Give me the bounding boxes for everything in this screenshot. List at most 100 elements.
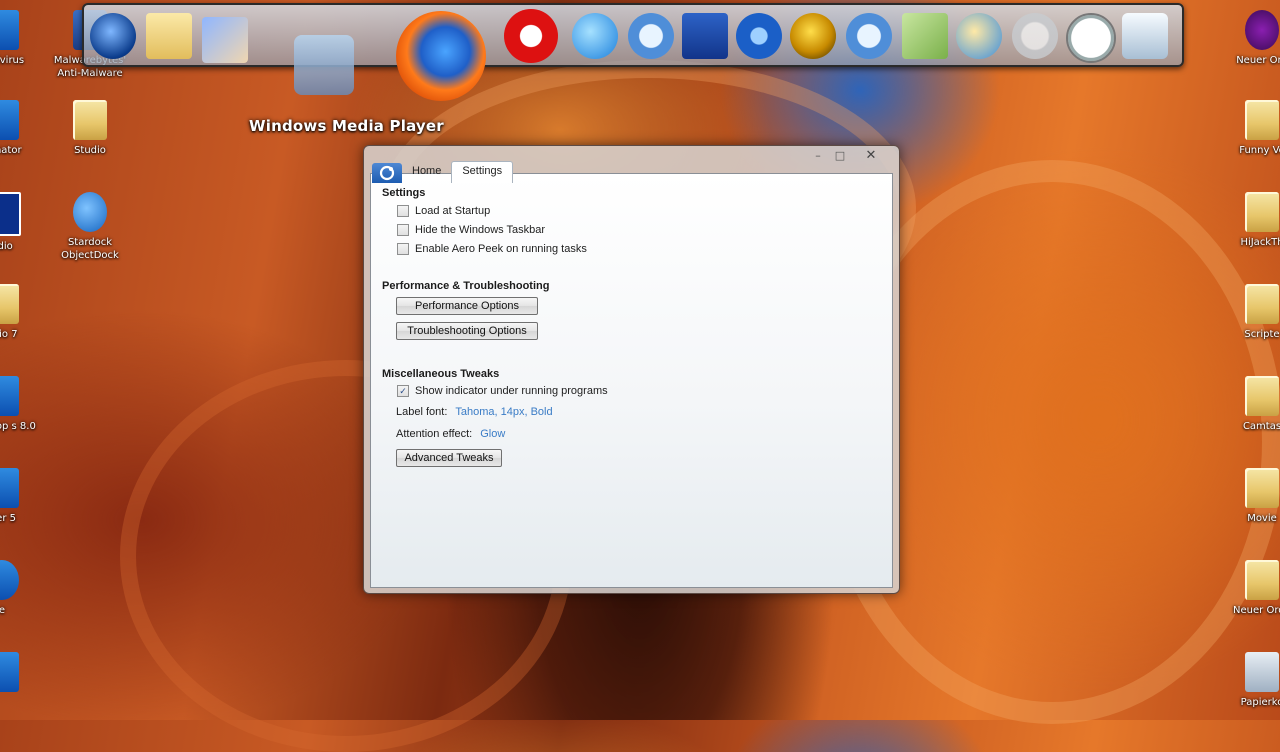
folder-icon: [1245, 560, 1279, 600]
maximize-button[interactable]: □: [829, 149, 851, 163]
app-icon: [0, 468, 19, 508]
load-at-startup-checkbox[interactable]: Load at Startup: [397, 205, 490, 217]
desktop-icon-label: Movie: [1247, 513, 1277, 524]
checkbox-box: [397, 205, 409, 217]
recycle-bin-icon: [1245, 652, 1279, 692]
avatar-icon: [1245, 10, 1279, 50]
firefox-icon[interactable]: [396, 11, 486, 101]
gear-icon[interactable]: [736, 13, 782, 59]
objectdock-icon: [73, 192, 107, 232]
attention-effect-link[interactable]: Glow: [480, 428, 505, 440]
minimize-button[interactable]: –: [807, 149, 829, 163]
desktop-icon-partial[interactable]: [0, 652, 42, 696]
photoshop-icon: [0, 376, 19, 416]
desktop-icon-label: Neuer Ordn: [1233, 605, 1280, 616]
desktop-icon-audio[interactable]: udio: [0, 192, 42, 253]
objectdock-app-icon[interactable]: [572, 13, 618, 59]
fl-studio-icon[interactable]: [790, 13, 836, 59]
aero-peek-checkbox[interactable]: Enable Aero Peek on running tasks: [397, 243, 587, 255]
blank-icon[interactable]: [1012, 13, 1058, 59]
windows-start-icon[interactable]: [90, 13, 136, 59]
close-button[interactable]: ✕: [851, 149, 891, 163]
desktop-icon-label: otoshop s 8.0: [0, 421, 36, 432]
user-app-icon[interactable]: [202, 17, 248, 63]
folder-icon: [0, 284, 19, 324]
folder-icon: [1245, 468, 1279, 508]
tab-settings[interactable]: Settings: [451, 161, 514, 183]
clock-icon[interactable]: [1066, 13, 1116, 63]
folder-icon[interactable]: [146, 13, 192, 59]
objectdock-icon: [379, 165, 395, 181]
desktop-icon-scripte[interactable]: Scripte: [1222, 284, 1280, 341]
desktop-icon-photoshop[interactable]: otoshop s 8.0: [0, 376, 42, 433]
desktop-icon-neuer-ordner-2[interactable]: Neuer Ordn: [1222, 560, 1280, 617]
label-font-link[interactable]: Tahoma, 14px, Bold: [455, 406, 552, 418]
app-icon: [0, 192, 21, 236]
performance-heading: Performance & Troubleshooting: [382, 280, 550, 292]
desktop-icon-hijackthis[interactable]: HiJackTh: [1222, 192, 1280, 249]
objectdock-app-2-icon[interactable]: [956, 13, 1002, 59]
settings-panel: Home Settings Settings Load at Startup H…: [370, 161, 893, 588]
app-icon: [0, 100, 19, 140]
checkmark-icon: ✓: [397, 385, 409, 397]
misc-tweaks-heading: Miscellaneous Tweaks: [382, 368, 500, 380]
opera-icon[interactable]: [504, 9, 558, 63]
desktop-icon-label: Camtas: [1242, 421, 1280, 432]
notes-icon[interactable]: [902, 13, 948, 59]
desktop-icon-neuer-ordner[interactable]: Neuer Ord: [1222, 10, 1280, 67]
checkbox-box: [397, 224, 409, 236]
desktop-icon-label: Papierko: [1240, 697, 1280, 708]
checkbox-label: Enable Aero Peek on running tasks: [415, 243, 587, 255]
folder-icon: [1245, 284, 1279, 324]
desktop-icon-power5[interactable]: wer 5: [0, 468, 42, 525]
app-icon: [0, 560, 19, 600]
window-controls: – □ ✕: [807, 149, 891, 163]
desktop-icon-camtasia[interactable]: Camtas: [1222, 376, 1280, 433]
desktop-icon-objectdock[interactable]: Stardock ObjectDock: [50, 192, 130, 262]
settings-heading: Settings: [382, 187, 426, 199]
safari-icon[interactable]: [628, 13, 674, 59]
folder-icon: [1245, 192, 1279, 232]
label-font-row: Label font: Tahoma, 14px, Bold: [396, 406, 553, 418]
attention-effect-key: Attention effect:: [396, 428, 473, 440]
checkbox-label: Show indicator under running programs: [415, 385, 608, 397]
tab-home[interactable]: Home: [402, 162, 451, 183]
desktop-icon-studio7[interactable]: udio 7: [0, 284, 42, 341]
desktop-icon-funny[interactable]: Funny Vo: [1222, 100, 1280, 157]
desktop-icon-movie[interactable]: Movie: [1222, 468, 1280, 525]
checkbox-label: Hide the Windows Taskbar: [415, 224, 546, 236]
media-player-icon[interactable]: [294, 35, 354, 95]
vb-icon[interactable]: [682, 13, 728, 59]
desktop-icon-label: Antivirus: [0, 55, 25, 66]
desktop-icon-label: udio 7: [0, 329, 18, 340]
desktop-icon-label: minator: [0, 145, 22, 156]
tab-strip: Home Settings: [371, 161, 514, 183]
folder-icon: [73, 100, 107, 140]
objectdock-bar: [82, 3, 1184, 101]
folder-icon: [1245, 100, 1279, 140]
recycle-bin-icon[interactable]: [1122, 13, 1168, 59]
desktop-icon-label: Neuer Ord: [1236, 55, 1280, 66]
checkbox-label: Load at Startup: [415, 205, 491, 217]
desktop-icon-app[interactable]: e: [0, 560, 42, 617]
desktop-icon-label: Scripte: [1244, 329, 1280, 340]
safari-2-icon[interactable]: [846, 13, 892, 59]
show-indicator-checkbox[interactable]: ✓ Show indicator under running programs: [397, 385, 608, 397]
app-icon: [0, 652, 19, 692]
desktop-icon-label: Studio: [74, 145, 106, 156]
desktop-icon-recycle-bin[interactable]: Papierko: [1222, 652, 1280, 709]
desktop-icon-studio[interactable]: Studio: [50, 100, 130, 157]
performance-options-button[interactable]: Performance Options: [396, 297, 538, 315]
label-font-key: Label font:: [396, 406, 448, 418]
settings-window: – □ ✕ Home Settings Settings Load at Sta…: [363, 145, 900, 594]
desktop-icon-label: Stardock ObjectDock: [61, 237, 119, 261]
hide-taskbar-checkbox[interactable]: Hide the Windows Taskbar: [397, 224, 545, 236]
app-menu-button[interactable]: [372, 163, 402, 183]
troubleshooting-options-button[interactable]: Troubleshooting Options: [396, 322, 538, 340]
desktop-icon-label: Funny Vo: [1239, 145, 1280, 156]
desktop-icon-antivirus[interactable]: Antivirus: [0, 10, 42, 67]
desktop-icon-label: wer 5: [0, 513, 16, 524]
advanced-tweaks-button[interactable]: Advanced Tweaks: [396, 449, 502, 467]
checkbox-box: [397, 243, 409, 255]
desktop-icon-terminator[interactable]: minator: [0, 100, 42, 157]
